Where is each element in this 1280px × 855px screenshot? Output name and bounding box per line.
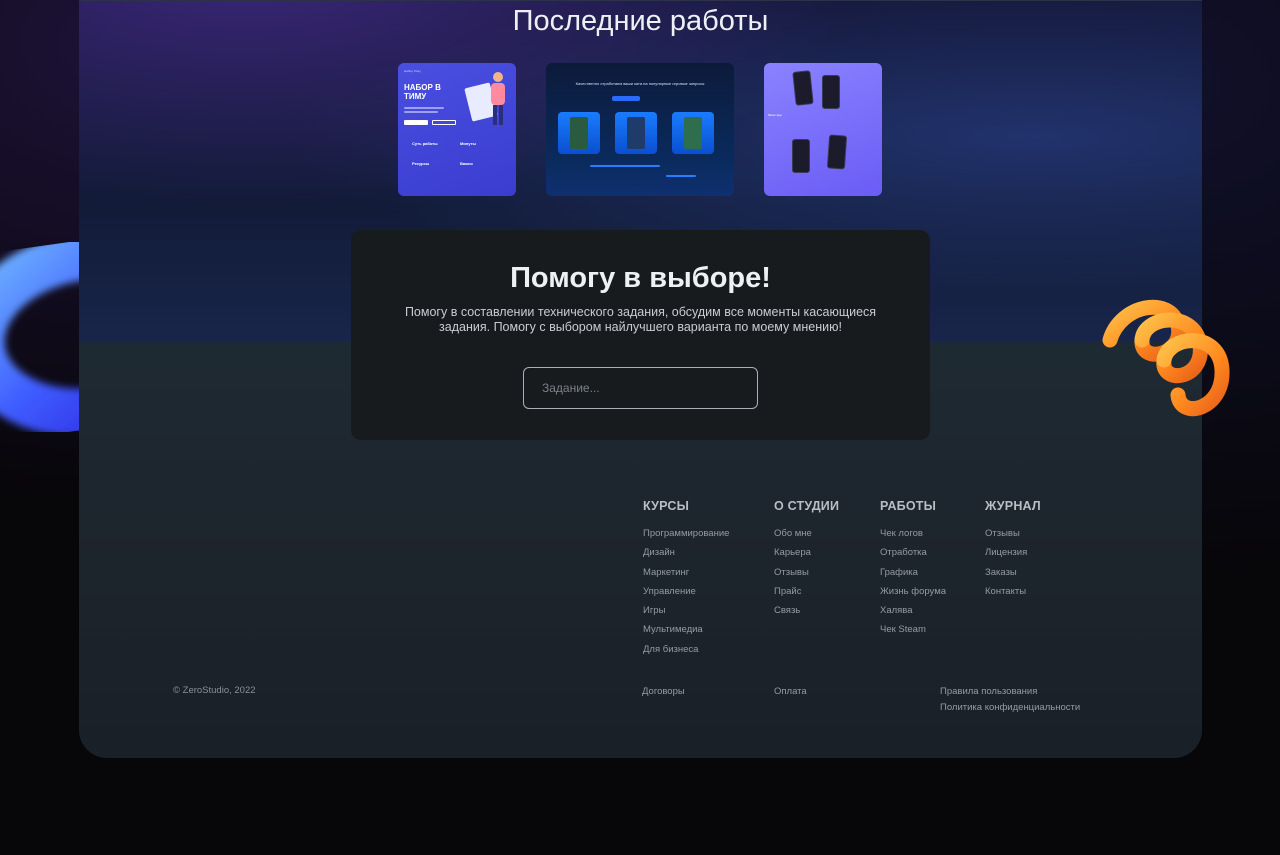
footer-link[interactable]: Отзывы <box>985 524 1041 543</box>
task-input[interactable] <box>523 367 758 409</box>
decorative-spring <box>1102 299 1230 417</box>
footer-link[interactable]: Прайс <box>774 582 839 601</box>
footer-bottom-link[interactable]: Оплата <box>774 686 807 697</box>
footer-link[interactable]: Программирование <box>643 524 729 543</box>
game-tile <box>558 112 600 154</box>
footer-link[interactable]: Контакты <box>985 582 1041 601</box>
footer-link[interactable]: Обо мне <box>774 524 839 543</box>
footer-link[interactable]: Жизнь форума <box>880 582 946 601</box>
footer-link[interactable]: Для бизнеса <box>643 640 729 659</box>
progress-line <box>666 175 696 177</box>
work-card-caption: Music App <box>768 113 782 117</box>
progress-line <box>590 165 660 167</box>
card-button <box>404 120 428 125</box>
phone-mockup <box>822 75 840 109</box>
work-card-1[interactable]: Набор Тиму НАБОР В ТИМУ Суть работы Мину… <box>398 63 516 196</box>
work-card-brand: Набор Тиму <box>404 69 421 73</box>
help-description: Помогу в составлении технического задани… <box>404 305 877 334</box>
character-figure <box>570 117 588 149</box>
work-card-col: Минуты <box>460 141 476 146</box>
footer-link[interactable]: Чек логов <box>880 524 946 543</box>
footer-link[interactable]: Связь <box>774 601 839 620</box>
footer-link[interactable]: Управление <box>643 582 729 601</box>
footer-link[interactable]: Чек Steam <box>880 620 946 639</box>
footer-column-courses: КУРСЫ Программирование Дизайн Маркетинг … <box>643 499 729 659</box>
footer-link[interactable]: Дизайн <box>643 543 729 562</box>
card-button <box>612 96 640 101</box>
footer-link[interactable]: Заказы <box>985 563 1041 582</box>
footer-column-title: КУРСЫ <box>643 499 690 513</box>
footer-column-title: ЖУРНАЛ <box>985 499 1041 513</box>
character-figure <box>684 117 702 149</box>
phone-mockup <box>826 134 848 170</box>
work-card-2[interactable]: Качественно отработаем ваши ката на попу… <box>546 63 734 196</box>
footer-link[interactable]: Отзывы <box>774 563 839 582</box>
character-figure <box>627 117 645 149</box>
footer-link[interactable]: Лицензия <box>985 543 1041 562</box>
person-illustration <box>491 72 505 125</box>
work-card-headline: Качественно отработаем ваши ката на попу… <box>575 81 705 86</box>
footer-link[interactable]: Графика <box>880 563 946 582</box>
card-button <box>432 120 456 125</box>
footer-column-title: РАБОТЫ <box>880 499 937 513</box>
work-card-col: Ресурсы <box>412 161 430 166</box>
game-tile <box>672 112 714 154</box>
footer-bottom-link[interactable]: Политика конфиденциальности <box>940 702 1080 713</box>
footer-column-studio: О СТУДИИ Обо мне Карьера Отзывы Прайс Св… <box>774 499 839 620</box>
footer-link[interactable]: Мультимедиа <box>643 620 729 639</box>
phone-mockup <box>792 70 814 106</box>
footer-link[interactable]: Маркетинг <box>643 563 729 582</box>
footer-bottom-link[interactable]: Договоры <box>642 686 685 697</box>
footer-column-works: РАБОТЫ Чек логов Отработка Графика Жизнь… <box>880 499 946 640</box>
footer-column-journal: ЖУРНАЛ Отзывы Лицензия Заказы Контакты <box>985 499 1041 601</box>
footer-bottom-link[interactable]: Правила пользования <box>940 686 1037 697</box>
help-card: Помогу в выборе! Помогу в составлении те… <box>351 230 930 440</box>
text-line <box>404 111 438 113</box>
copyright-text: © ZeroStudio, 2022 <box>173 685 256 696</box>
help-title: Помогу в выборе! <box>510 262 771 294</box>
work-card-col: Суть работы <box>412 141 438 146</box>
works-title: Последние работы <box>512 5 769 37</box>
work-card-col: Важно <box>460 161 473 166</box>
work-card-3[interactable]: Music App <box>764 63 882 196</box>
phone-mockup <box>792 139 810 173</box>
footer-link[interactable]: Халява <box>880 601 946 620</box>
footer-link[interactable]: Игры <box>643 601 729 620</box>
footer-column-title: О СТУДИИ <box>774 499 840 513</box>
footer-link[interactable]: Карьера <box>774 543 839 562</box>
text-line <box>404 107 444 109</box>
work-card-headline: НАБОР В ТИМУ <box>404 83 441 101</box>
footer-link[interactable]: Отработка <box>880 543 946 562</box>
game-tile <box>615 112 657 154</box>
